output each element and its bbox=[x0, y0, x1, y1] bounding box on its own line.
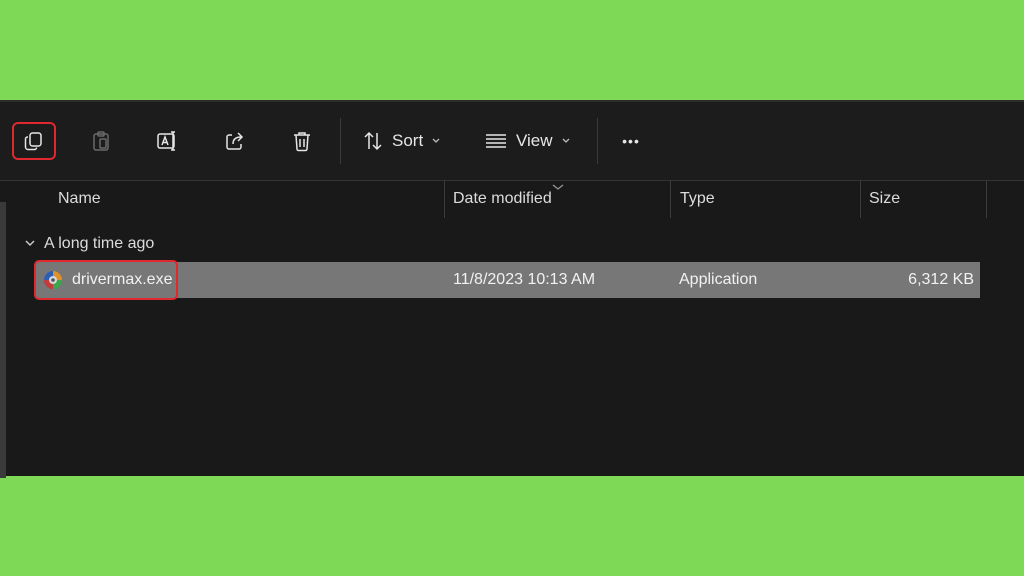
column-header-size[interactable]: Size bbox=[869, 180, 900, 218]
column-divider[interactable] bbox=[986, 180, 987, 218]
column-header-date-modified[interactable]: Date modified bbox=[453, 180, 552, 218]
file-name-cell[interactable]: drivermax.exe bbox=[33, 260, 179, 300]
file-name: drivermax.exe bbox=[72, 271, 173, 288]
drivermax-app-icon bbox=[42, 269, 64, 291]
copy-icon bbox=[23, 130, 45, 152]
column-header-name[interactable]: Name bbox=[58, 180, 101, 218]
toolbar-separator bbox=[597, 118, 598, 164]
sort-label: Sort bbox=[392, 131, 424, 150]
column-header-row: Name Date modified Type Size bbox=[14, 180, 1024, 222]
command-bar: Sort View ••• bbox=[0, 102, 1024, 181]
more-options-button[interactable]: ••• bbox=[612, 124, 650, 158]
toolbar-separator bbox=[340, 118, 341, 164]
column-header-type[interactable]: Type bbox=[680, 180, 715, 218]
file-explorer-window: Sort View ••• Name Date modified Type Si… bbox=[0, 100, 1024, 478]
file-type: Application bbox=[679, 271, 758, 288]
file-row[interactable]: drivermax.exe 11/8/2023 10:13 AM Applica… bbox=[33, 260, 980, 300]
paste-icon bbox=[90, 130, 112, 152]
column-divider[interactable] bbox=[670, 180, 671, 218]
rename-button[interactable] bbox=[151, 124, 185, 158]
share-button[interactable] bbox=[218, 124, 252, 158]
sort-button[interactable]: Sort bbox=[358, 124, 450, 158]
column-divider[interactable] bbox=[860, 180, 861, 218]
delete-icon bbox=[291, 130, 313, 152]
sort-icon bbox=[362, 130, 384, 152]
paste-button[interactable] bbox=[84, 124, 118, 158]
file-size: 6,312 KB bbox=[908, 271, 974, 288]
chevron-down-icon bbox=[431, 137, 441, 145]
chevron-down-icon bbox=[561, 137, 571, 145]
chevron-down-icon bbox=[24, 235, 44, 253]
delete-button[interactable] bbox=[285, 124, 319, 158]
navigation-pane-edge bbox=[0, 202, 6, 478]
sort-descending-chevron-icon bbox=[552, 178, 564, 196]
share-icon bbox=[224, 130, 246, 152]
file-date-modified: 11/8/2023 10:13 AM bbox=[453, 271, 596, 288]
column-divider[interactable] bbox=[444, 180, 445, 218]
rename-icon bbox=[156, 130, 180, 152]
group-header[interactable]: A long time ago bbox=[24, 232, 154, 256]
view-list-icon bbox=[484, 131, 508, 151]
view-button[interactable]: View bbox=[480, 124, 580, 158]
view-label: View bbox=[516, 131, 553, 150]
copy-button[interactable] bbox=[12, 122, 56, 160]
more-icon: ••• bbox=[622, 133, 640, 149]
group-label: A long time ago bbox=[44, 235, 155, 252]
